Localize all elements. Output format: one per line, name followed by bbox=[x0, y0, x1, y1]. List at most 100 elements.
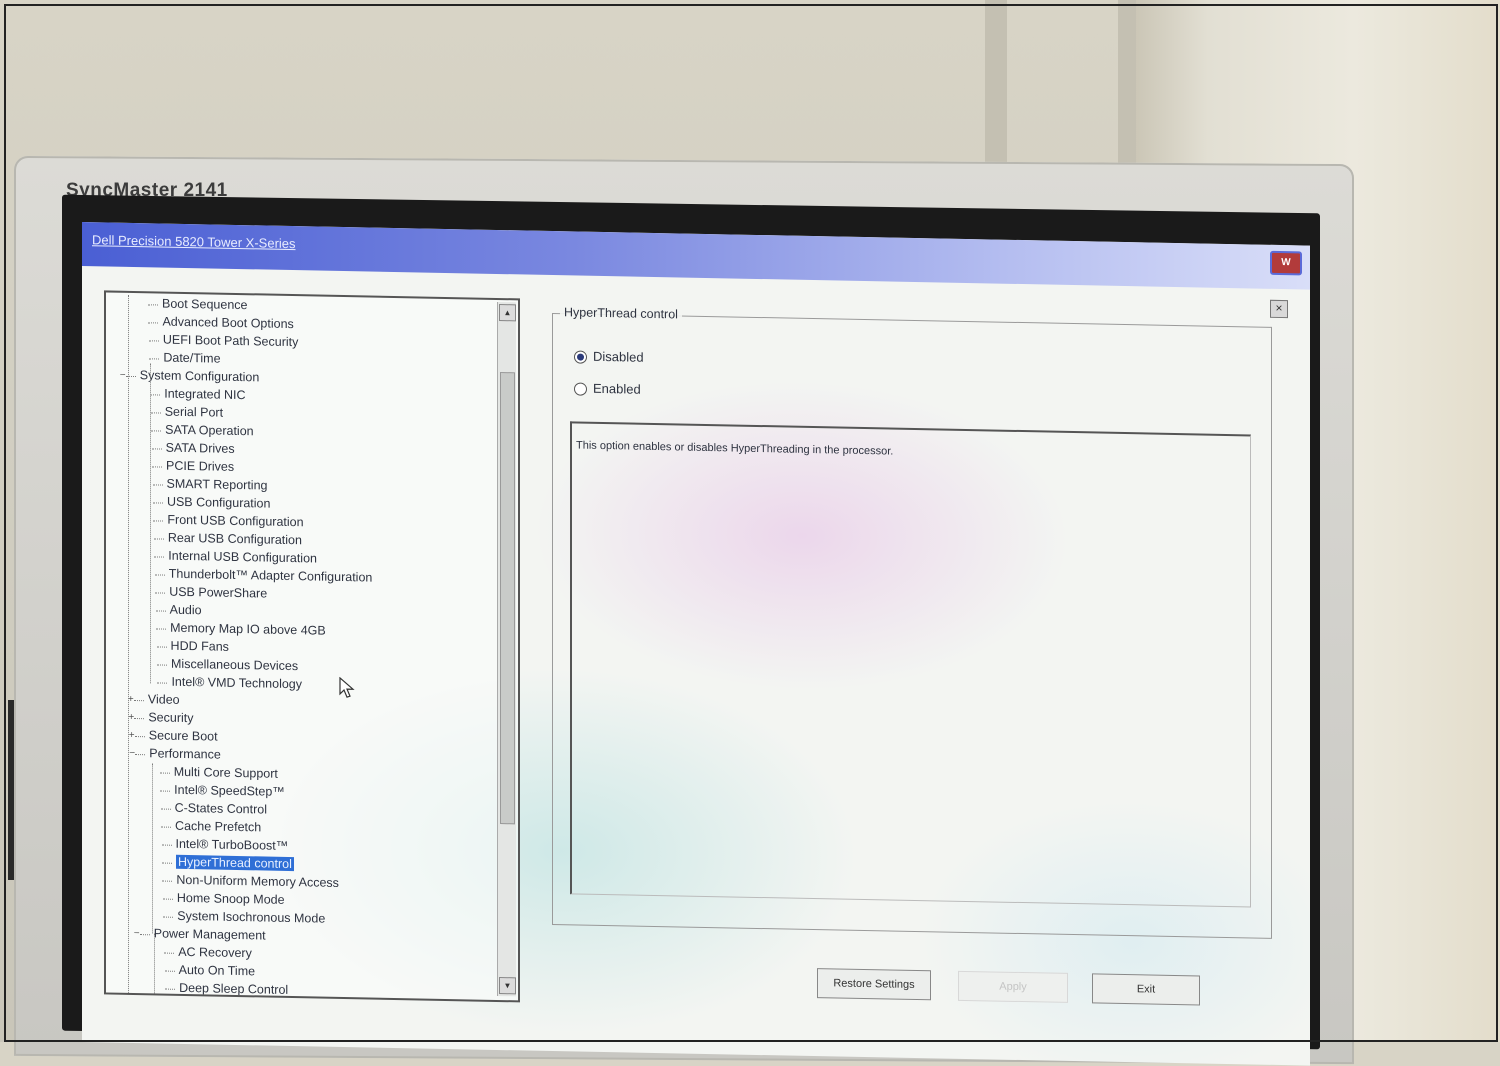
tree-item-label: USB Configuration bbox=[166, 494, 271, 511]
tree-item-label: Video bbox=[147, 692, 180, 707]
tree-item[interactable]: Front USB Configuration bbox=[167, 512, 303, 532]
tree-item[interactable]: SATA Operation bbox=[165, 422, 253, 441]
radio-button-icon[interactable] bbox=[574, 382, 587, 396]
tree-item[interactable]: Intel® TurboBoost™ bbox=[176, 836, 289, 855]
tree-item-label: Power Management bbox=[153, 926, 266, 943]
tree-item[interactable]: System Isochronous Mode bbox=[177, 908, 325, 928]
radio-button-icon[interactable] bbox=[574, 350, 587, 364]
tree-connector bbox=[164, 952, 175, 954]
tree-item[interactable]: Auto On Time bbox=[179, 962, 255, 980]
tree-item-label: Multi Core Support bbox=[173, 764, 278, 781]
tree-item-label: Performance bbox=[149, 746, 221, 762]
tree-item[interactable]: Boot Sequence bbox=[162, 296, 248, 315]
close-button[interactable]: × bbox=[1270, 299, 1288, 319]
tree-connector bbox=[161, 826, 172, 828]
tree-expander-icon[interactable]: − bbox=[134, 928, 143, 939]
radio-disabled[interactable]: Disabled bbox=[574, 347, 644, 366]
scroll-down-arrow-icon[interactable]: ▼ bbox=[499, 977, 516, 995]
tree-item[interactable]: AC Recovery bbox=[178, 944, 252, 962]
restore-settings-button[interactable]: Restore Settings bbox=[817, 968, 931, 1001]
tree-guide-line bbox=[128, 294, 129, 995]
tree-item[interactable]: Secure Boot bbox=[149, 727, 218, 745]
tree-item[interactable]: HyperThread control bbox=[175, 854, 294, 873]
tree-item-label: Deep Sleep Control bbox=[179, 980, 289, 997]
tree-connector bbox=[152, 502, 163, 504]
tree-expander-icon[interactable]: − bbox=[129, 748, 138, 759]
tree-item[interactable]: USB PowerShare bbox=[169, 584, 267, 603]
tree-scrollbar[interactable]: ▲ ▼ bbox=[497, 301, 516, 997]
tree-expander-icon[interactable]: + bbox=[129, 730, 138, 741]
tree-item-label: AC Recovery bbox=[178, 944, 252, 961]
tree-item-label: System Isochronous Mode bbox=[177, 908, 326, 926]
tree-item-label: System Configuration bbox=[139, 368, 260, 385]
scroll-thumb[interactable] bbox=[500, 372, 515, 825]
tree-item[interactable]: Intel® VMD Technology bbox=[171, 674, 302, 694]
tree-item-label: Intel® TurboBoost™ bbox=[175, 836, 289, 853]
tree-item[interactable]: Performance bbox=[149, 745, 221, 763]
tree-item-label: Non-Uniform Memory Access bbox=[176, 872, 339, 890]
tree-expander-icon[interactable]: + bbox=[128, 712, 137, 723]
tree-connector bbox=[155, 610, 166, 612]
tree-item-label: Memory Map IO above 4GB bbox=[170, 620, 326, 638]
tree-item[interactable]: HDD Fans bbox=[171, 638, 229, 656]
bios-screen: Dell Precision 5820 Tower X-Series W × ▲… bbox=[82, 222, 1310, 1066]
tree-item[interactable]: Internal USB Configuration bbox=[168, 548, 317, 568]
tree-connector bbox=[154, 574, 165, 576]
tree-item[interactable]: Advanced Boot Options bbox=[162, 314, 293, 334]
tree-item[interactable]: Memory Map IO above 4GB bbox=[170, 620, 326, 640]
tree-item[interactable]: Security bbox=[148, 709, 193, 727]
tree-item[interactable]: Date/Time bbox=[163, 350, 220, 368]
tree-connector bbox=[151, 448, 162, 450]
settings-tree: ▲ ▼ Boot Sequence Advanced Boot Options UE… bbox=[104, 290, 520, 1003]
tree-item-label: Integrated NIC bbox=[164, 386, 246, 403]
tree-item[interactable]: UEFI Boot Path Security bbox=[163, 332, 298, 352]
tree-item-label: Intel® SpeedStep™ bbox=[174, 782, 285, 799]
tree-connector bbox=[157, 682, 168, 684]
tree-item[interactable]: Multi Core Support bbox=[174, 764, 278, 783]
tree-connector bbox=[155, 592, 166, 594]
tree-item[interactable]: PCIE Drives bbox=[166, 458, 234, 476]
tree-item-label: Advanced Boot Options bbox=[162, 314, 294, 332]
tree-item[interactable]: System Configuration bbox=[140, 367, 260, 386]
tree-item[interactable]: Miscellaneous Devices bbox=[171, 656, 298, 675]
tree-item[interactable]: Video bbox=[148, 691, 180, 709]
tree-item[interactable]: SMART Reporting bbox=[167, 476, 268, 495]
tree-connector bbox=[154, 556, 165, 558]
exit-button[interactable]: Exit bbox=[1092, 973, 1200, 1006]
tree-item-label: Intel® VMD Technology bbox=[171, 674, 303, 692]
tree-connector bbox=[149, 358, 160, 360]
tree-item[interactable]: Integrated NIC bbox=[164, 386, 245, 405]
tree-item[interactable]: Home Snoop Mode bbox=[177, 890, 285, 909]
tree-item-label: SATA Drives bbox=[165, 440, 235, 456]
tree-item-label: Serial Port bbox=[164, 404, 224, 420]
tree-connector bbox=[156, 628, 167, 630]
tree-item-label: Cache Prefetch bbox=[175, 818, 262, 835]
tree-connector bbox=[150, 412, 161, 414]
tree-item[interactable]: Rear USB Configuration bbox=[168, 530, 302, 550]
tree-connector bbox=[148, 322, 159, 324]
tree-item[interactable]: C-States Control bbox=[175, 800, 267, 819]
tree-connector bbox=[163, 916, 174, 918]
tree-item[interactable]: Cache Prefetch bbox=[175, 818, 261, 837]
tree-guide-line bbox=[152, 763, 153, 934]
tree-connector bbox=[160, 790, 171, 792]
apply-button[interactable]: Apply bbox=[958, 970, 1068, 1003]
tree-expander-icon[interactable]: + bbox=[128, 694, 137, 705]
tree-item[interactable]: Non-Uniform Memory Access bbox=[176, 872, 339, 892]
radio-enabled[interactable]: Enabled bbox=[574, 379, 641, 398]
tree-connector bbox=[157, 664, 167, 666]
tree-connector bbox=[161, 844, 172, 846]
tree-item[interactable]: Serial Port bbox=[165, 404, 223, 422]
tree-connector bbox=[156, 646, 167, 648]
tree-item[interactable]: Deep Sleep Control bbox=[179, 980, 288, 999]
tree-item[interactable]: USB Configuration bbox=[167, 494, 271, 513]
tree-connector bbox=[152, 466, 163, 468]
tree-item-label: UEFI Boot Path Security bbox=[162, 332, 299, 350]
tree-item[interactable]: Intel® SpeedStep™ bbox=[174, 782, 285, 801]
tree-item[interactable]: Power Management bbox=[154, 925, 266, 944]
tree-item[interactable]: Audio bbox=[170, 602, 202, 620]
tree-connector bbox=[153, 520, 164, 522]
setting-group-title: HyperThread control bbox=[560, 305, 682, 322]
tree-item[interactable]: SATA Drives bbox=[166, 440, 235, 458]
scroll-up-arrow-icon[interactable]: ▲ bbox=[499, 304, 516, 322]
